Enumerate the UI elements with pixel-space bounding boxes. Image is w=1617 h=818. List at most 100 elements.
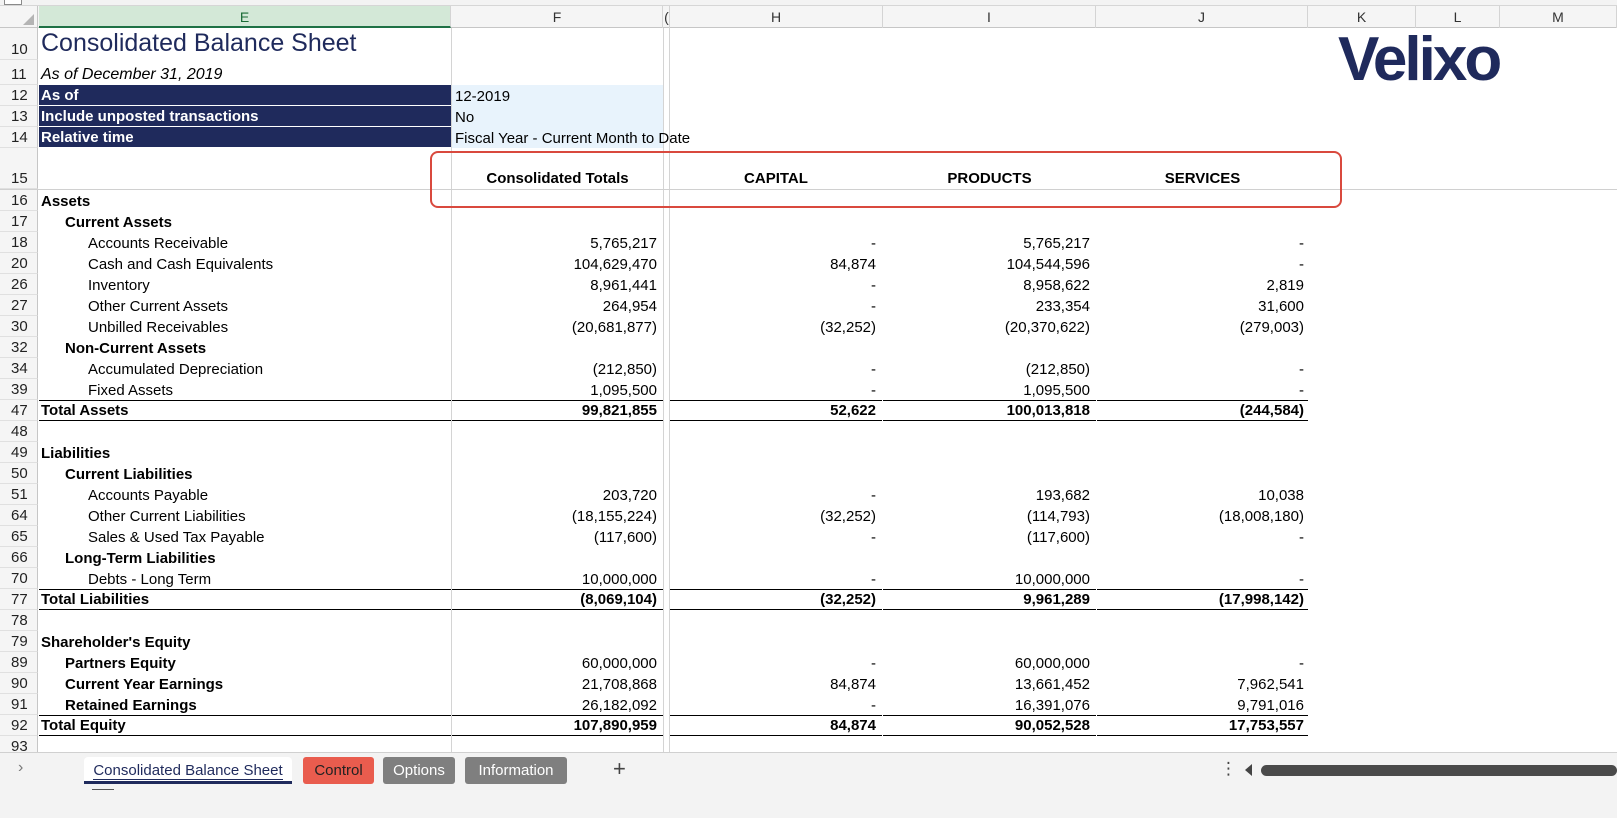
row-label[interactable]: Other Current Liabilities	[39, 505, 451, 526]
row-number[interactable]: 49	[0, 442, 38, 463]
cell-capital[interactable]	[670, 463, 882, 484]
tab-consolidated-balance-sheet[interactable]: Consolidated Balance Sheet	[84, 757, 292, 784]
column-header-m[interactable]: M	[1500, 6, 1617, 28]
row-number[interactable]: 39	[0, 379, 38, 400]
cell-services[interactable]	[1097, 547, 1308, 568]
cell-consolidated[interactable]: 60,000,000	[452, 652, 663, 673]
row-number[interactable]: 91	[0, 694, 38, 715]
cell-consolidated[interactable]: 99,821,855	[452, 400, 663, 421]
cell-products[interactable]	[883, 442, 1096, 463]
cell-products[interactable]: (114,793)	[883, 505, 1096, 526]
cell-consolidated[interactable]: 5,765,217	[452, 232, 663, 253]
cell-services[interactable]: 17,753,557	[1097, 715, 1308, 736]
row-label[interactable]: Accounts Receivable	[39, 232, 451, 253]
cell-capital[interactable]	[670, 337, 882, 358]
cell-capital[interactable]	[670, 610, 882, 631]
row-label[interactable]: Retained Earnings	[39, 694, 451, 715]
cell-products[interactable]: 1,095,500	[883, 379, 1096, 400]
cell-products[interactable]	[883, 211, 1096, 232]
row-number[interactable]: 27	[0, 295, 38, 316]
column-header-h[interactable]: H	[670, 6, 883, 28]
column-header-i[interactable]: I	[883, 6, 1096, 28]
more-options-icon[interactable]: ⋮	[1220, 759, 1237, 779]
cell-consolidated[interactable]	[452, 610, 663, 631]
cell-consolidated[interactable]	[452, 463, 663, 484]
cell-products[interactable]: 9,961,289	[883, 589, 1096, 610]
cell-capital[interactable]: -	[670, 652, 882, 673]
cell-products[interactable]	[883, 547, 1096, 568]
cell-services[interactable]: -	[1097, 379, 1308, 400]
cell-consolidated[interactable]: 21,708,868	[452, 673, 663, 694]
row-label[interactable]: Total Liabilities	[39, 589, 451, 610]
select-all-corner[interactable]	[0, 6, 38, 28]
row-number[interactable]: 77	[0, 589, 38, 610]
cell-products[interactable]	[883, 610, 1096, 631]
cell-capital[interactable]: (32,252)	[670, 316, 882, 337]
cell-products[interactable]: 60,000,000	[883, 652, 1096, 673]
cell-products[interactable]: 8,958,622	[883, 274, 1096, 295]
cell-consolidated[interactable]: 8,961,441	[452, 274, 663, 295]
cell-services[interactable]	[1097, 610, 1308, 631]
add-sheet-icon[interactable]: +	[613, 756, 626, 782]
cell-consolidated[interactable]	[452, 337, 663, 358]
row-label[interactable]: Total Equity	[39, 715, 451, 736]
row-number[interactable]: 50	[0, 463, 38, 484]
row-number[interactable]: 11	[0, 60, 38, 85]
cell-services[interactable]: (279,003)	[1097, 316, 1308, 337]
row-number[interactable]: 79	[0, 631, 38, 652]
worksheet-grid[interactable]: 10 Consolidated Balance Sheet 11 As of D…	[0, 28, 1617, 774]
row-number[interactable]: 17	[0, 211, 38, 232]
row-label[interactable]: Shareholder's Equity	[39, 631, 451, 652]
cell-capital[interactable]	[670, 547, 882, 568]
row-number[interactable]: 26	[0, 274, 38, 295]
cell-services[interactable]: -	[1097, 253, 1308, 274]
row-number[interactable]: 92	[0, 715, 38, 736]
cell-consolidated[interactable]: 1,095,500	[452, 379, 663, 400]
cell-products[interactable]: 233,354	[883, 295, 1096, 316]
row-label[interactable]: Total Assets	[39, 400, 451, 421]
cell-capital[interactable]: -	[670, 568, 882, 589]
row-label[interactable]: Accounts Payable	[39, 484, 451, 505]
param-label-unposted[interactable]: Include unposted transactions	[39, 106, 451, 127]
cell-capital[interactable]: 52,622	[670, 400, 882, 421]
row-label[interactable]: Cash and Cash Equivalents	[39, 253, 451, 274]
cell-services[interactable]: (244,584)	[1097, 400, 1308, 421]
scroll-left-icon[interactable]	[1245, 764, 1252, 776]
cell-capital[interactable]: 84,874	[670, 715, 882, 736]
horizontal-scrollbar[interactable]	[1245, 763, 1617, 778]
row-number[interactable]: 48	[0, 421, 38, 442]
scrollbar-thumb[interactable]	[1261, 765, 1617, 776]
row-label[interactable]	[39, 421, 451, 442]
cell-products[interactable]: 104,544,596	[883, 253, 1096, 274]
param-label-as-of[interactable]: As of	[39, 85, 451, 106]
param-label-relative-time[interactable]: Relative time	[39, 127, 451, 148]
row-number[interactable]: 18	[0, 232, 38, 253]
row-number[interactable]: 51	[0, 484, 38, 505]
cell-services[interactable]: -	[1097, 652, 1308, 673]
row-number[interactable]: 32	[0, 337, 38, 358]
cell-products[interactable]	[883, 463, 1096, 484]
cell-services[interactable]: 9,791,016	[1097, 694, 1308, 715]
tab-information[interactable]: Information	[465, 757, 567, 784]
param-value-as-of[interactable]: 12-2019	[452, 85, 663, 106]
row-number[interactable]: 64	[0, 505, 38, 526]
cell-capital[interactable]	[670, 631, 882, 652]
cell-capital[interactable]	[670, 442, 882, 463]
cell-products[interactable]: 100,013,818	[883, 400, 1096, 421]
cell-products[interactable]: 5,765,217	[883, 232, 1096, 253]
row-number[interactable]: 78	[0, 610, 38, 631]
row-label[interactable]: Accumulated Depreciation	[39, 358, 451, 379]
row-label[interactable]: Non-Current Assets	[39, 337, 451, 358]
row-label[interactable]	[39, 610, 451, 631]
sheet-nav-arrow-icon[interactable]: ›	[18, 759, 23, 777]
cell-consolidated[interactable]	[452, 211, 663, 232]
column-header-j[interactable]: J	[1096, 6, 1308, 28]
tab-control[interactable]: Control	[303, 757, 374, 784]
row-label[interactable]: Current Year Earnings	[39, 673, 451, 694]
cell-products[interactable]: 193,682	[883, 484, 1096, 505]
cell-services[interactable]: (18,008,180)	[1097, 505, 1308, 526]
cell-consolidated[interactable]: (20,681,877)	[452, 316, 663, 337]
param-value-relative-time[interactable]: Fiscal Year - Current Month to Date	[452, 127, 752, 148]
cell-capital[interactable]: (32,252)	[670, 589, 882, 610]
cell-capital[interactable]: -	[670, 295, 882, 316]
